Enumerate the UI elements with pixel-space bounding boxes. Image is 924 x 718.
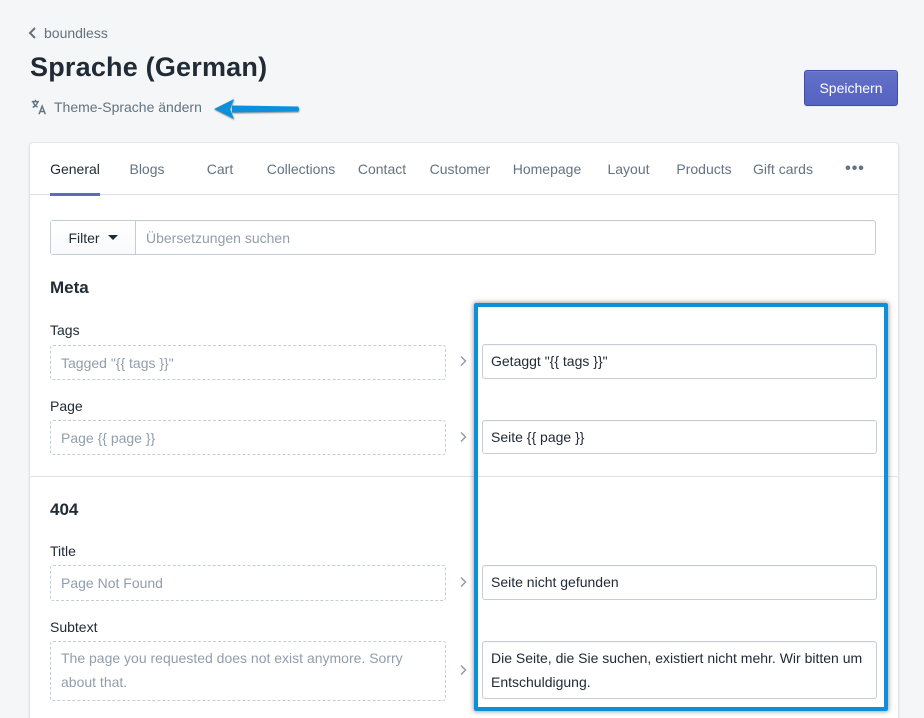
tab-customer[interactable]: Customer: [429, 143, 491, 195]
section-title-meta: Meta: [50, 278, 89, 297]
source-text-page: Page {{ page }}: [50, 420, 446, 455]
section-divider: [30, 476, 898, 477]
back-link[interactable]: boundless: [28, 25, 108, 41]
chevron-right-icon: [460, 355, 467, 367]
change-theme-language-label: Theme-Sprache ändern: [54, 99, 202, 115]
annotation-arrow-icon: [214, 99, 299, 119]
field-label-tags: Tags: [50, 322, 80, 338]
field-label-title: Title: [50, 543, 76, 559]
more-tabs-icon[interactable]: •••: [842, 143, 868, 195]
field-label-page: Page: [50, 398, 83, 414]
tab-bar: General Blogs Cart Collections Contact C…: [30, 143, 898, 196]
filter-button-label: Filter: [68, 229, 100, 246]
back-link-label: boundless: [44, 25, 108, 41]
chevron-right-icon: [460, 576, 467, 588]
tab-contact[interactable]: Contact: [357, 143, 407, 195]
tab-gift-cards[interactable]: Gift cards: [752, 143, 814, 195]
change-theme-language-link[interactable]: Theme-Sprache ändern: [30, 98, 202, 116]
page: boundless Sprache (German) Theme-Sprache…: [0, 0, 924, 718]
tab-blogs[interactable]: Blogs: [126, 143, 168, 195]
source-text-tags: Tagged "{{ tags }}": [50, 345, 446, 380]
translation-input-tags[interactable]: Getaggt "{{ tags }}": [482, 344, 877, 379]
tab-layout[interactable]: Layout: [606, 143, 651, 195]
chevron-right-icon: [460, 431, 467, 443]
section-title-404: 404: [50, 500, 79, 519]
save-button[interactable]: Speichern: [804, 70, 898, 106]
tab-collections[interactable]: Collections: [266, 143, 336, 195]
search-input[interactable]: [136, 221, 875, 254]
translation-input-page[interactable]: Seite {{ page }}: [482, 420, 877, 454]
tab-homepage[interactable]: Homepage: [512, 143, 582, 195]
source-text-title: Page Not Found: [50, 565, 446, 601]
tab-cart[interactable]: Cart: [204, 143, 236, 195]
filter-button[interactable]: Filter: [51, 221, 136, 254]
chevron-left-icon: [28, 27, 36, 39]
page-title: Sprache (German): [30, 52, 268, 82]
chevron-right-icon: [460, 664, 467, 676]
source-text-subtext: The page you requested does not exist an…: [50, 641, 446, 701]
translate-icon: [31, 99, 46, 115]
caret-down-icon: [107, 235, 118, 240]
field-label-subtext: Subtext: [50, 619, 98, 635]
translation-input-title[interactable]: Seite nicht gefunden: [482, 565, 877, 600]
tab-general[interactable]: General: [50, 143, 100, 196]
translation-input-subtext[interactable]: Die Seite, die Sie suchen, existiert nic…: [482, 641, 877, 699]
filter-bar: Filter: [50, 220, 876, 255]
tab-products[interactable]: Products: [675, 143, 733, 195]
translation-card: General Blogs Cart Collections Contact C…: [30, 143, 898, 718]
